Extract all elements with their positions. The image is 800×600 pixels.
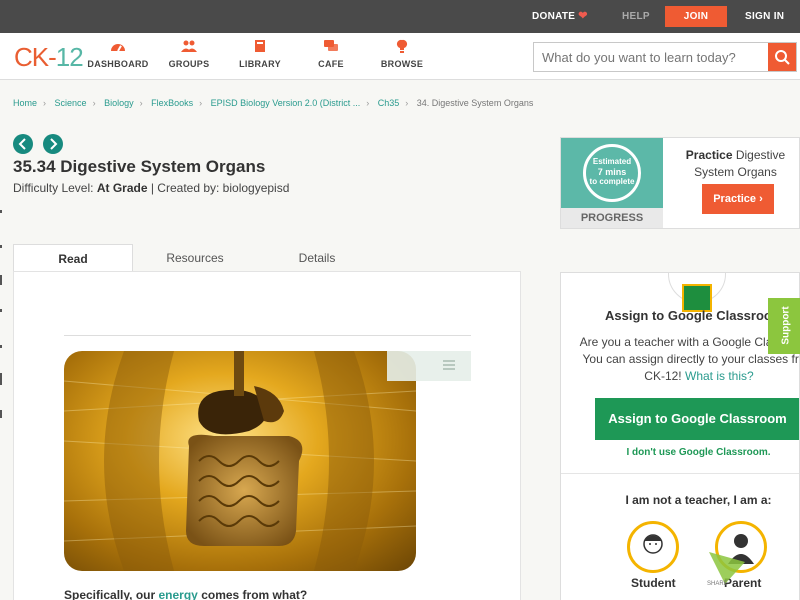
read-content: Specifically, our energy comes from what… xyxy=(13,271,521,600)
list-icon xyxy=(443,360,455,370)
breadcrumb-book[interactable]: EPISD Biology Version 2.0 (District ... xyxy=(211,98,361,108)
chevron-left-icon xyxy=(18,138,26,150)
join-button[interactable]: JOIN xyxy=(665,6,727,27)
chevron-right-icon: › xyxy=(366,98,370,108)
dashboard-icon xyxy=(111,44,125,52)
chevron-right-icon: › xyxy=(139,98,143,108)
search-icon xyxy=(775,50,790,65)
role-prompt: I am not a teacher, I am a: xyxy=(625,493,772,507)
digestive-system-image xyxy=(64,351,416,571)
chevron-right-icon: › xyxy=(43,98,47,108)
search-box xyxy=(533,42,797,72)
main-header: CK-12 DASHBOARD GROUPS LIBRARY CAFE BROW… xyxy=(0,33,800,80)
question-post: comes from what? xyxy=(201,588,308,600)
breadcrumb-biology[interactable]: Biology xyxy=(104,98,134,108)
breadcrumb-flexbooks[interactable]: FlexBooks xyxy=(151,98,193,108)
student-role-button[interactable] xyxy=(627,521,679,573)
previous-button[interactable] xyxy=(13,134,33,154)
breadcrumb-current: 34. Digestive System Organs xyxy=(416,98,534,108)
tab-read[interactable]: Read xyxy=(13,244,133,272)
question-pre: Specifically, our xyxy=(64,588,156,600)
assign-google-classroom-card: Assign to Google Classroom Are you a tea… xyxy=(560,272,800,600)
donate-label: DONATE xyxy=(532,11,576,22)
nav-dashboard-label: DASHBOARD xyxy=(87,59,149,69)
minutes-label: 7 mins xyxy=(597,167,627,177)
tab-resources[interactable]: Resources xyxy=(135,244,255,272)
practice-card: Estimated 7 mins to complete PROGRESS Pr… xyxy=(560,137,800,229)
nav-browse[interactable]: BROWSE xyxy=(367,39,437,69)
breadcrumb-science[interactable]: Science xyxy=(55,98,87,108)
practice-title-bold: Practice xyxy=(685,148,733,162)
content-question: Specifically, our energy comes from what… xyxy=(64,588,307,600)
assign-button[interactable]: Assign to Google Classroom xyxy=(595,398,799,440)
signin-link[interactable]: SIGN IN xyxy=(745,0,784,33)
nav-library[interactable]: LIBRARY xyxy=(225,39,295,69)
chevron-right-icon: › xyxy=(199,98,203,108)
ck12-logo[interactable]: CK-12 xyxy=(14,42,84,73)
breadcrumb-home[interactable]: Home xyxy=(13,98,37,108)
logo-ck: CK xyxy=(14,42,49,72)
chevron-right-icon: › xyxy=(92,98,96,108)
support-label: Support xyxy=(780,306,792,345)
chevron-right-icon xyxy=(50,138,58,150)
chevron-right-icon: › xyxy=(405,98,409,108)
support-tab[interactable]: Support xyxy=(768,298,800,354)
help-link[interactable]: HELP xyxy=(622,0,650,33)
digestive-organs-illustration xyxy=(64,351,416,571)
search-button[interactable] xyxy=(768,43,796,71)
content-tabs: Read Resources Details xyxy=(13,244,521,272)
practice-title: Practice Digestive System Organs xyxy=(673,147,798,181)
student-icon xyxy=(643,534,663,554)
top-bar: DONATE ❤ HELP JOIN SIGN IN xyxy=(0,0,800,33)
nav-library-label: LIBRARY xyxy=(239,59,281,69)
search-input[interactable] xyxy=(534,43,764,71)
estimate-ring: Estimated 7 mins to complete xyxy=(583,144,641,202)
tab-details[interactable]: Details xyxy=(257,244,377,272)
difficulty-prefix: Difficulty Level: xyxy=(13,181,94,195)
library-icon xyxy=(255,40,265,52)
donate-link[interactable]: DONATE ❤ xyxy=(532,0,588,33)
cafe-icon xyxy=(324,40,338,51)
practice-button-label: Practice xyxy=(713,193,757,205)
google-classroom-badge xyxy=(668,273,726,312)
what-is-this-link[interactable]: What is this? xyxy=(685,369,754,383)
assign-title: Assign to Google Classroom xyxy=(605,308,784,323)
nav-dashboard[interactable]: DASHBOARD xyxy=(83,39,153,69)
image-toolbar[interactable] xyxy=(387,351,471,381)
nav-browse-label: BROWSE xyxy=(380,59,424,69)
assign-description: Are you a teacher with a Google Classroo… xyxy=(579,334,799,385)
left-edge-markers xyxy=(0,210,2,418)
logo-dash: - xyxy=(48,42,57,72)
breadcrumb-chapter[interactable]: Ch35 xyxy=(378,98,400,108)
logo-12: 12 xyxy=(55,42,84,72)
nav-groups-label: GROUPS xyxy=(168,59,210,69)
browse-icon xyxy=(396,39,408,53)
divider xyxy=(561,473,799,474)
groups-icon xyxy=(181,40,197,52)
to-complete-label: to complete xyxy=(589,177,635,186)
divider xyxy=(64,335,471,336)
progress-label: PROGRESS xyxy=(561,208,663,228)
page-title: 35.34 Digestive System Organs xyxy=(13,157,266,176)
student-label: Student xyxy=(631,576,676,590)
energy-link[interactable]: energy xyxy=(159,588,198,600)
created-by: | Created by: biologyepisd xyxy=(150,181,290,195)
estimated-label: Estimated xyxy=(592,157,632,166)
practice-button[interactable]: Practice › xyxy=(702,184,774,214)
next-button[interactable] xyxy=(43,134,63,154)
difficulty-line: Difficulty Level: At Grade | Created by:… xyxy=(13,181,289,195)
share-label: SHARE xyxy=(707,581,728,587)
nav-cafe-label: CAFE xyxy=(318,59,344,69)
heart-icon: ❤ xyxy=(578,10,588,22)
nav-cafe[interactable]: CAFE xyxy=(296,39,366,69)
no-classroom-link[interactable]: I don't use Google Classroom. xyxy=(561,447,799,458)
chevron-right-icon: › xyxy=(759,193,763,205)
difficulty-value: At Grade xyxy=(96,181,148,195)
nav-groups[interactable]: GROUPS xyxy=(154,39,224,69)
breadcrumb: Home › Science › Biology › FlexBooks › EPISD… xyxy=(13,98,533,108)
